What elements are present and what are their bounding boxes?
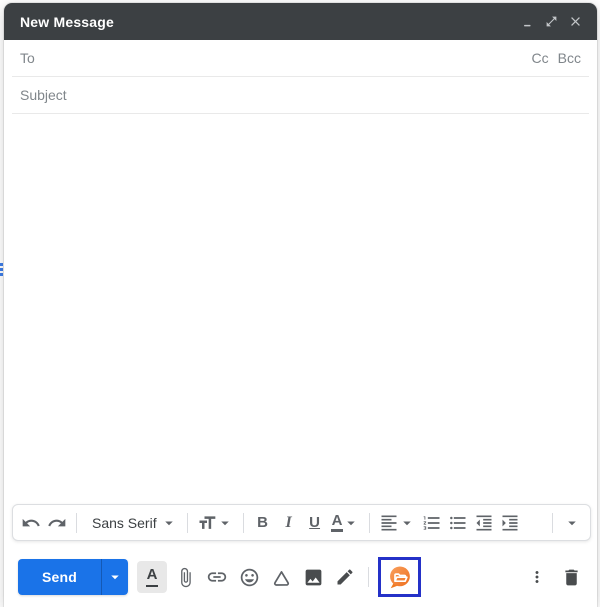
bold-button[interactable]: B (250, 508, 276, 538)
more-options-icon (535, 571, 539, 583)
bulleted-list-button[interactable] (445, 508, 471, 538)
signature-pen-button[interactable] (331, 561, 359, 593)
more-options-button[interactable] (525, 561, 549, 593)
send-button[interactable]: Send (18, 559, 102, 595)
italic-label: I (285, 513, 292, 531)
toolbar-divider (76, 512, 77, 533)
recipients-row: Cc Bcc (12, 40, 589, 77)
formatting-options-button[interactable]: A (137, 561, 168, 593)
insert-photo-icon (305, 569, 321, 585)
indent-more-button[interactable] (497, 508, 523, 538)
redo-icon[interactable] (44, 508, 70, 538)
subject-input[interactable] (20, 87, 581, 103)
text-color-button[interactable]: A (328, 508, 364, 538)
blue-dash (0, 263, 3, 266)
text-size-icon (199, 515, 215, 529)
bcc-toggle[interactable]: Bcc (558, 50, 581, 66)
cutoff-list-icon (0, 263, 3, 278)
insert-photo-button[interactable] (299, 561, 327, 593)
insert-drive-file-icon (273, 570, 289, 586)
window-title: New Message (20, 13, 115, 30)
numbered-list-button[interactable] (419, 508, 445, 538)
more-formatting-button[interactable] (559, 508, 585, 538)
format-toolbar: Sans Serif B I U A (12, 504, 591, 541)
font-family-button[interactable]: Sans Serif (83, 508, 181, 538)
chevron-down-icon (403, 521, 412, 525)
align-left-icon (381, 515, 397, 530)
compose-titlebar[interactable]: New Message (4, 3, 597, 40)
discard-draft-button[interactable] (557, 561, 585, 593)
indent-less-button[interactable] (471, 508, 497, 538)
italic-button[interactable]: I (276, 508, 302, 538)
underline-label: U (309, 514, 321, 531)
toolbar-divider (242, 512, 244, 533)
chevron-down-icon (347, 521, 356, 525)
chevron-down-icon (111, 575, 119, 580)
align-button[interactable] (376, 508, 419, 538)
insert-emoji-icon (240, 568, 258, 586)
chevron-down-icon (568, 521, 576, 525)
toolbar-divider (552, 512, 553, 533)
close-icon[interactable] (563, 10, 587, 34)
toolbar-divider (369, 512, 371, 533)
numbered-list-icon (424, 515, 440, 530)
underline-button[interactable]: U (302, 508, 328, 538)
attach-file-icon (180, 567, 191, 587)
insert-link-icon (207, 572, 227, 582)
subject-row (12, 77, 589, 114)
discard-draft-icon (564, 569, 578, 585)
undo-icon[interactable] (18, 508, 44, 538)
font-family-label: Sans Serif (92, 514, 157, 531)
signature-pen-icon (337, 569, 353, 585)
action-bar: Send A (4, 557, 597, 607)
extension-chat-folder-icon (390, 565, 410, 588)
bold-label: B (257, 514, 269, 531)
indent-less-icon (476, 515, 492, 530)
bulleted-list-icon (450, 516, 466, 529)
blue-dash (0, 273, 3, 276)
indent-more-icon (502, 515, 518, 530)
extension-highlight-box[interactable] (378, 557, 422, 597)
insert-emoji-button[interactable] (235, 561, 263, 593)
toolbar-divider (186, 512, 188, 533)
send-split-button: Send (18, 559, 129, 595)
attach-file-button[interactable] (171, 561, 199, 593)
insert-link-button[interactable] (203, 561, 231, 593)
to-input[interactable] (20, 50, 524, 66)
compose-window: New Message Cc Bcc (4, 3, 597, 607)
formatting-options-icon: A (145, 567, 159, 587)
chevron-down-icon (220, 521, 229, 525)
message-body[interactable] (4, 114, 597, 504)
send-options-button[interactable] (101, 559, 129, 595)
chevron-down-icon (164, 521, 173, 525)
cc-toggle[interactable]: Cc (532, 50, 549, 66)
insert-drive-file-button[interactable] (267, 561, 295, 593)
action-bar-divider (368, 567, 370, 587)
minimize-icon[interactable] (515, 10, 539, 34)
page-background: New Message Cc Bcc (0, 0, 600, 607)
blue-dash (0, 268, 3, 271)
open-in-full-icon[interactable] (539, 10, 563, 34)
text-size-button[interactable] (194, 508, 237, 538)
